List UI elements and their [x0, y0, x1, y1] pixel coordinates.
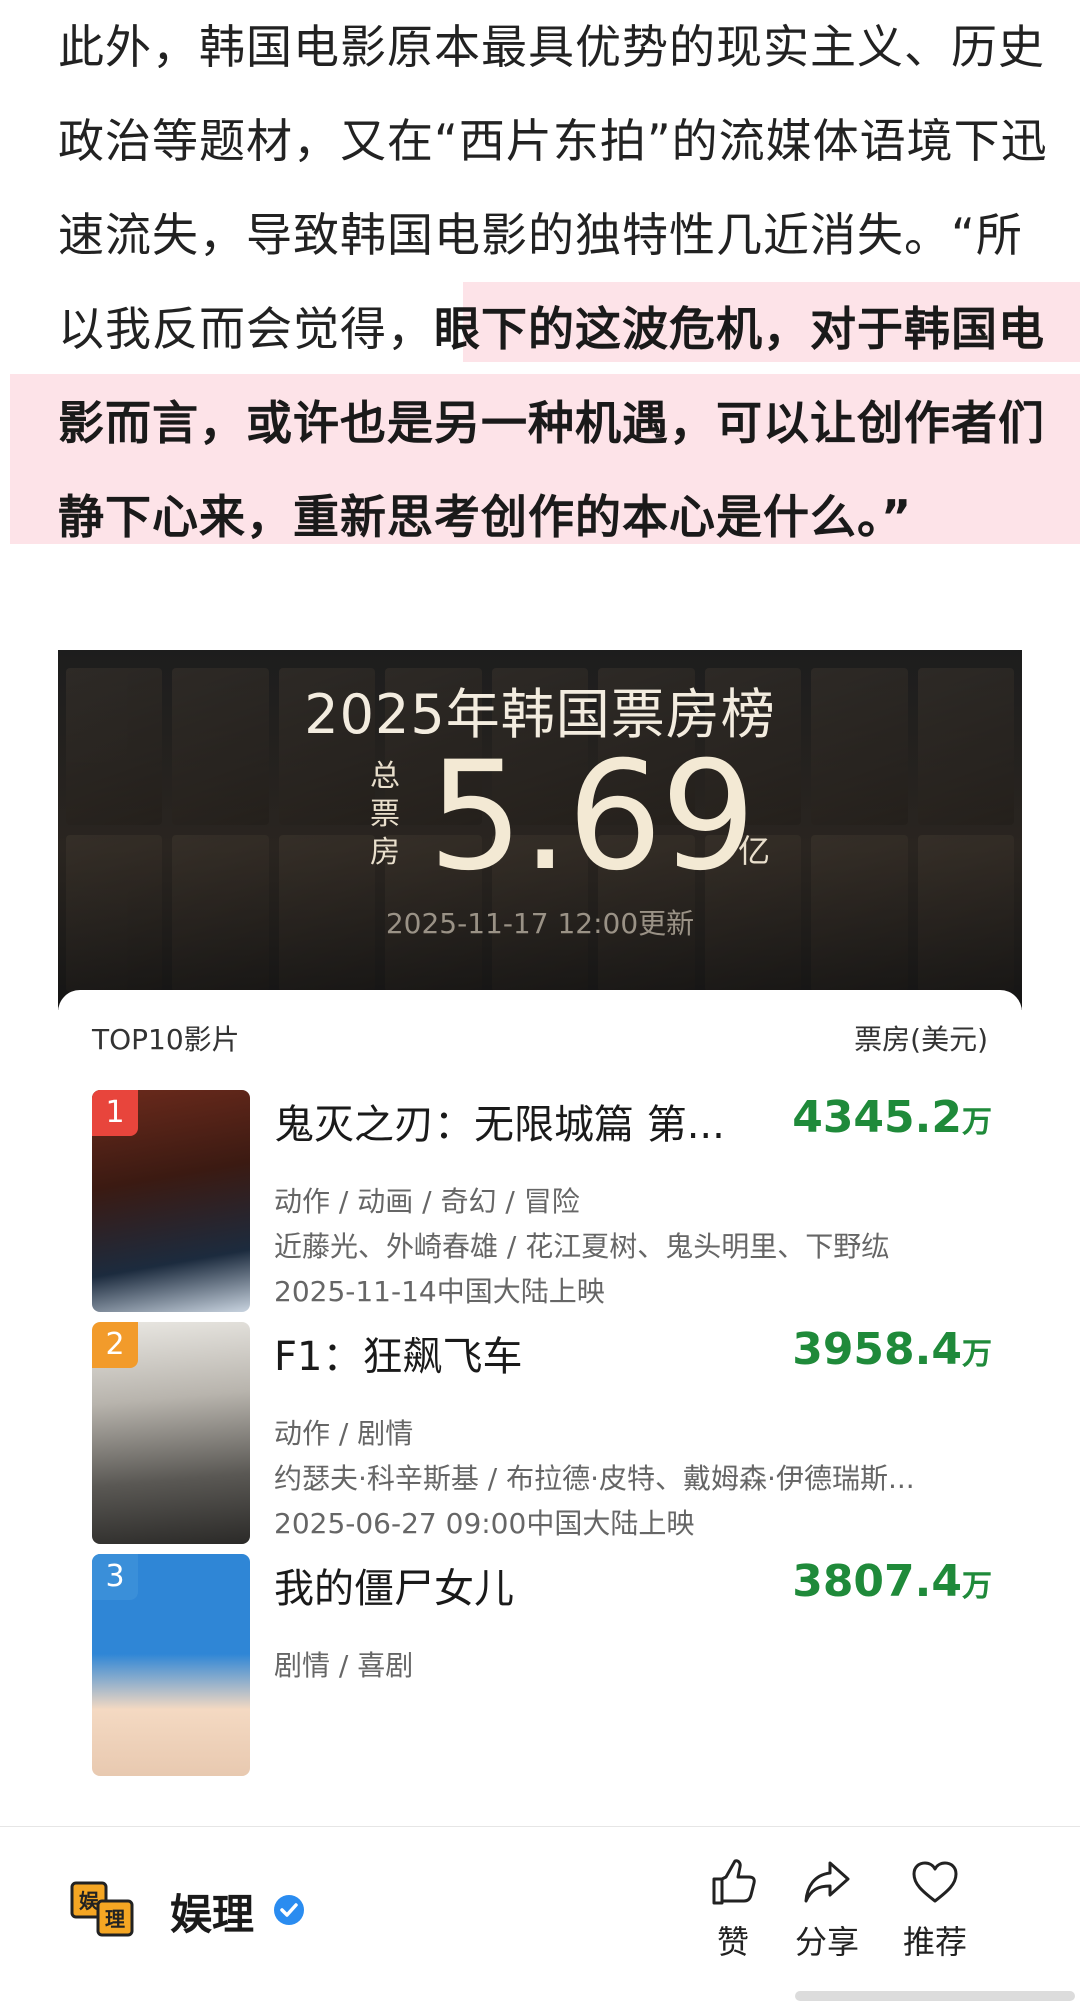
box-office-card[interactable]: 2025年韩国票房榜 总票房 5.69 亿 2025-11-17 12:00更新…: [58, 650, 1022, 1830]
like-button[interactable]: 赞: [688, 1855, 778, 1963]
movie-cast: 约瑟夫·科辛斯基 / 布拉德·皮特、戴姆森·伊德瑞斯...: [274, 1462, 915, 1495]
gross-value: 4345.2: [792, 1092, 962, 1143]
list-header: TOP10影片 票房(美元): [58, 990, 1022, 1058]
movie-title[interactable]: 我的僵尸女儿: [274, 1556, 514, 1614]
update-time: 2025-11-17 12:00更新: [385, 907, 695, 940]
share-label: 分享: [794, 1923, 859, 1961]
recommend-button[interactable]: 推荐: [890, 1855, 980, 1963]
movie-gross: 4345.2万: [792, 1092, 992, 1143]
account-logo-icon[interactable]: 娱 理: [70, 1879, 136, 1941]
gross-unit: 万: [962, 1337, 992, 1372]
movie-gross: 3958.4万: [792, 1324, 992, 1375]
home-indicator: [795, 1991, 1075, 2001]
article-body: 此外，韩国电影原本最具优势的现实主义、历史 政治等题材，又在“西片东拍”的流媒体…: [10, 0, 1080, 564]
like-label: 赞: [716, 1923, 749, 1961]
top10-list: TOP10影片 票房(美元) 1 鬼灭之刃：无限城篇 第... 4345.2万 …: [58, 990, 1022, 1830]
svg-text:理: 理: [105, 1907, 125, 1931]
movie-item[interactable]: 2 F1：狂飙飞车 3958.4万 动作 / 剧情 约瑟夫·科辛斯基 / 布拉德…: [92, 1322, 992, 1544]
movie-cast: 近藤光、外崎春雄 / 花江夏树、鬼头明里、下野纮: [274, 1230, 890, 1263]
rank-badge: 2: [92, 1322, 138, 1368]
highlighted-quote: 影而言，或许也是另一种机遇，可以让创作者们: [58, 396, 1045, 450]
article-paragraph: 此外，韩国电影原本最具优势的现实主义、历史 政治等题材，又在“西片东拍”的流媒体…: [58, 0, 1048, 564]
movie-poster: 3: [92, 1554, 250, 1776]
article-line: 速流失，导致韩国电影的独特性几近消失。“所: [58, 208, 1023, 262]
gross-value: 3807.4: [792, 1556, 962, 1607]
total-box-office-value: 5.69: [428, 730, 756, 904]
gross-value: 3958.4: [792, 1324, 962, 1375]
box-office-banner: 2025年韩国票房榜 总票房 5.69 亿 2025-11-17 12:00更新: [58, 650, 1022, 1010]
movie-genre: 动作 / 剧情: [274, 1417, 414, 1450]
share-icon: [804, 1861, 850, 1903]
gross-unit: 万: [962, 1569, 992, 1604]
bottom-action-bar: 娱 理 娱理 赞 分享 推荐: [0, 1826, 1080, 2008]
movie-genre: 动作 / 动画 / 奇幻 / 冒险: [274, 1185, 580, 1218]
svg-text:娱: 娱: [79, 1889, 100, 1913]
movie-poster: 2: [92, 1322, 250, 1544]
heart-icon: [912, 1861, 958, 1903]
rank-badge: 1: [92, 1090, 138, 1136]
account-name[interactable]: 娱理: [170, 1881, 254, 1942]
list-header-gross: 票房(美元): [854, 1023, 988, 1056]
movie-release-date: 2025-06-27 09:00中国大陆上映: [274, 1507, 695, 1540]
movie-genre: 剧情 / 喜剧: [274, 1649, 414, 1682]
verified-badge-icon: [274, 1895, 304, 1925]
article-line: 静下心来，重新思考创作的本心是什么。”: [58, 470, 1028, 564]
article-line: 政治等题材，又在“西片东拍”的流媒体语境下迅: [58, 114, 1048, 168]
list-header-title: TOP10影片: [92, 1023, 240, 1056]
thumbs-up-icon: [712, 1859, 756, 1905]
movie-item[interactable]: 3 我的僵尸女儿 3807.4万 剧情 / 喜剧: [92, 1554, 992, 1776]
movie-title[interactable]: 鬼灭之刃：无限城篇 第...: [274, 1092, 725, 1150]
movie-poster: 1: [92, 1090, 250, 1312]
recommend-label: 推荐: [902, 1923, 967, 1961]
article-line: 以我反而会觉得，眼下的这波危机，对于韩国电: [58, 282, 1044, 376]
total-box-office-label: 总票房: [370, 759, 400, 870]
highlighted-quote: 眼下的这波危机，对于韩国电: [434, 302, 1045, 356]
article-line: 影而言，或许也是另一种机遇，可以让创作者们: [58, 376, 1044, 470]
gross-unit: 万: [962, 1105, 992, 1140]
share-button[interactable]: 分享: [782, 1855, 872, 1963]
movie-release-date: 2025-11-14中国大陆上映: [274, 1275, 605, 1308]
rank-badge: 3: [92, 1554, 138, 1600]
article-line: 此外，韩国电影原本最具优势的现实主义、历史: [58, 20, 1045, 74]
movie-gross: 3807.4万: [792, 1556, 992, 1607]
movie-title[interactable]: F1：狂飙飞车: [274, 1324, 522, 1382]
highlighted-quote: 静下心来，重新思考创作的本心是什么。”: [58, 490, 913, 544]
total-box-office-unit: 亿: [738, 832, 771, 870]
article-text: 以我反而会觉得，: [58, 302, 434, 356]
movie-item[interactable]: 1 鬼灭之刃：无限城篇 第... 4345.2万 动作 / 动画 / 奇幻 / …: [92, 1090, 992, 1312]
